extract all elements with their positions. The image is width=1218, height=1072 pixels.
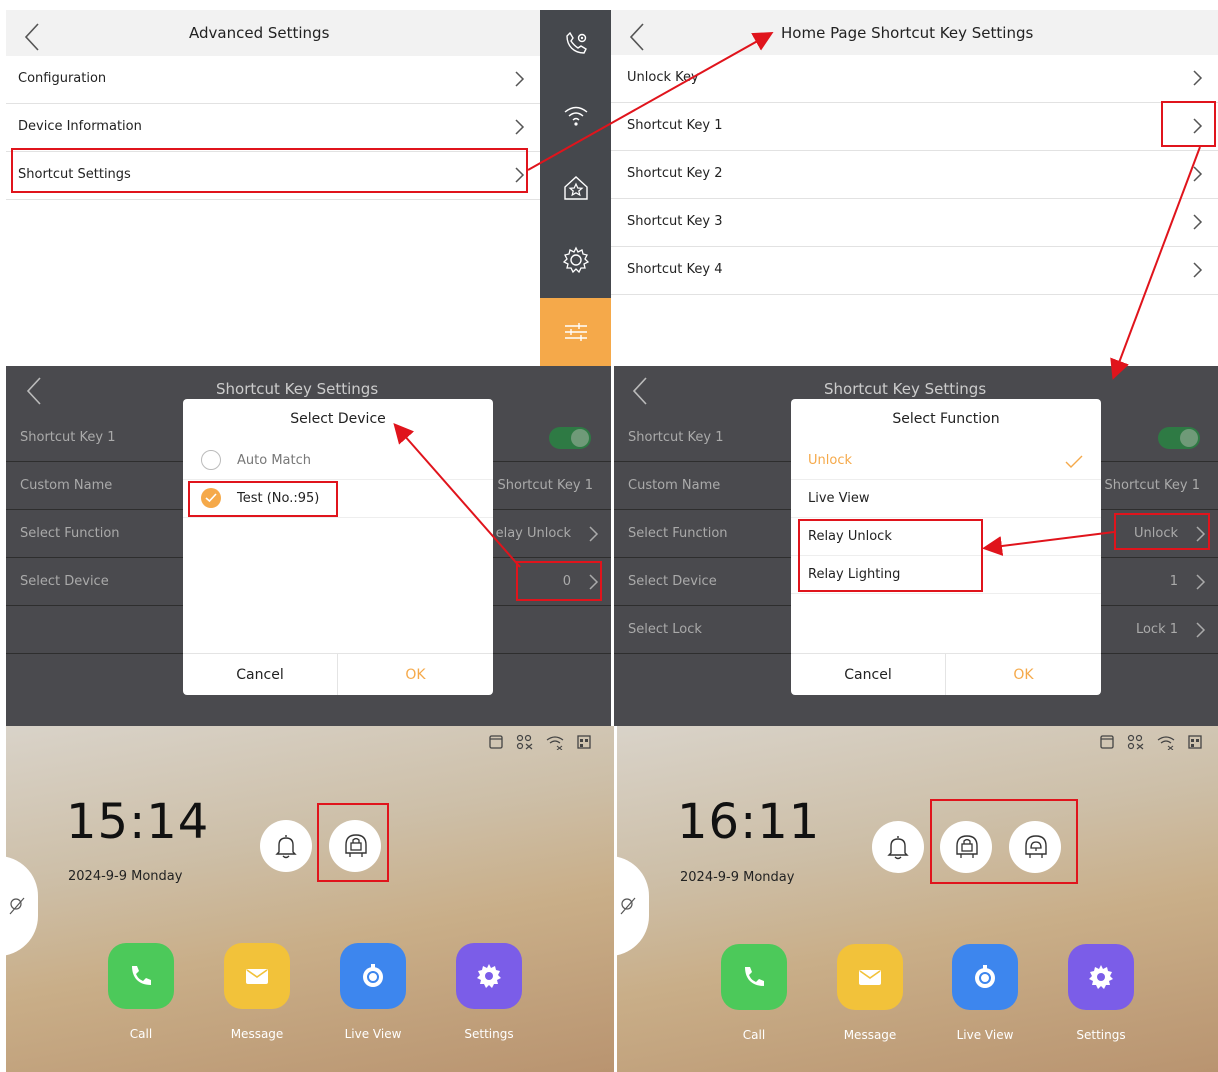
annotation-arrows	[393, 32, 1201, 568]
arrow-to-shortcut-key-settings	[1110, 146, 1201, 380]
arrow-to-select-device-dialog	[393, 422, 521, 568]
arrow-to-relay-options	[982, 531, 1115, 556]
arrow-to-home-shortcut	[527, 32, 774, 171]
